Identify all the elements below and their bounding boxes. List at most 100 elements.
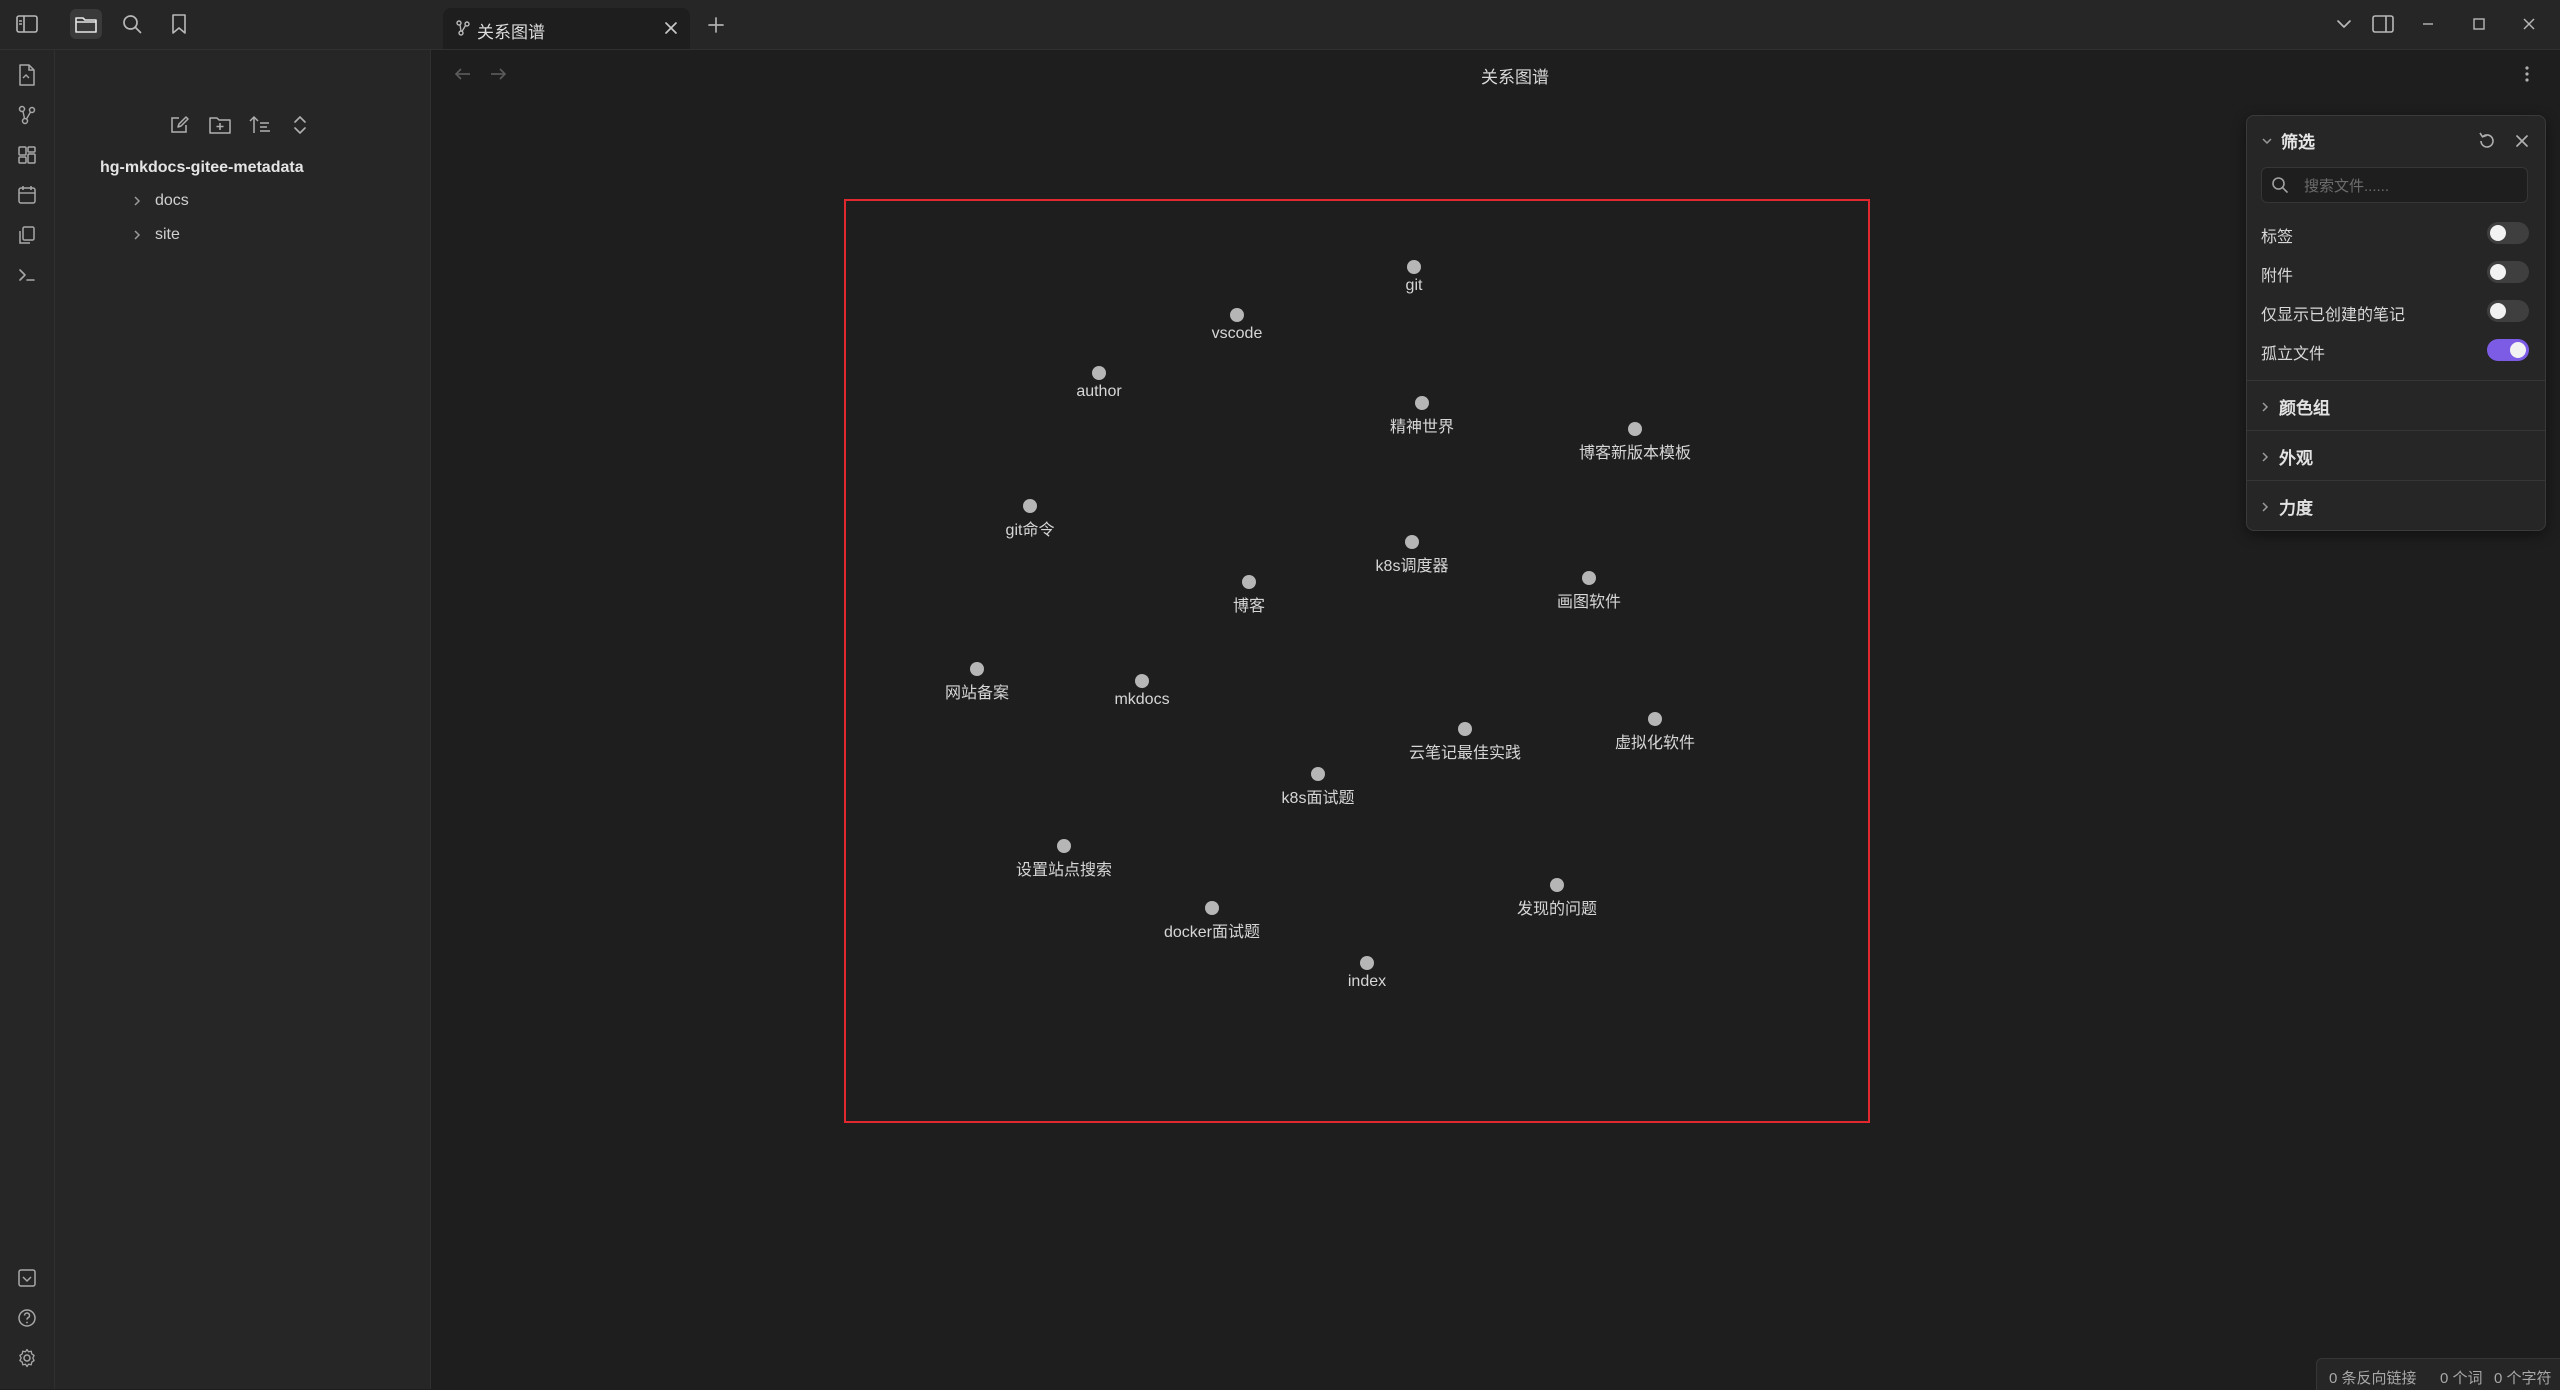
divider	[2247, 430, 2545, 431]
daily-note-icon[interactable]	[12, 181, 42, 209]
collapse-all-icon[interactable]	[285, 110, 315, 140]
graph-node-label: k8s调度器	[1375, 558, 1449, 575]
graph-node[interactable]	[1458, 722, 1472, 736]
folder-label: site	[155, 226, 180, 243]
graph-node[interactable]	[1407, 260, 1421, 274]
toggle-knob	[2490, 225, 2506, 241]
graph-node[interactable]	[1230, 308, 1244, 322]
ribbon	[0, 50, 55, 1389]
filter-header[interactable]: 筛选	[2261, 128, 2315, 153]
chevron-right-icon	[2261, 451, 2269, 463]
toggle-row-tags: 标签	[2261, 220, 2529, 246]
chevron-down-icon	[2261, 137, 2273, 145]
section-groups[interactable]: 颜色组	[2261, 394, 2330, 419]
more-options-icon[interactable]	[2512, 60, 2542, 88]
templates-icon[interactable]	[12, 221, 42, 249]
graph-node[interactable]	[1092, 366, 1106, 380]
graph-node[interactable]	[1415, 396, 1429, 410]
vault-name[interactable]: hg-mkdocs-gitee-metadata	[100, 159, 304, 177]
graph-controls-panel: 筛选 标签 附件 仅显示已创建的笔记 孤立文件 颜色组 外观 力度	[2246, 115, 2546, 531]
graph-node[interactable]	[1550, 878, 1564, 892]
attachments-toggle[interactable]	[2487, 261, 2529, 283]
new-folder-icon[interactable]	[205, 110, 235, 140]
graph-node-label: 博客	[1232, 598, 1265, 615]
close-window-icon[interactable]	[2514, 10, 2544, 38]
graph-view-icon[interactable]	[12, 101, 42, 129]
tags-toggle[interactable]	[2487, 222, 2529, 244]
chevron-right-icon	[2261, 401, 2269, 413]
restore-defaults-icon[interactable]	[2474, 128, 2500, 154]
graph-node-label: docker面试题	[1163, 924, 1261, 941]
settings-icon[interactable]	[12, 1344, 42, 1372]
canvas-icon[interactable]	[12, 141, 42, 169]
folder-site[interactable]: site	[133, 223, 180, 247]
divider	[2247, 380, 2545, 381]
existing-files-only-toggle[interactable]	[2487, 300, 2529, 322]
graph-node[interactable]	[1582, 571, 1596, 585]
graph-tab-icon	[455, 20, 471, 36]
command-palette-icon[interactable]	[12, 261, 42, 289]
graph-node-label: 博客新版本模板	[1578, 445, 1691, 462]
bookmark-icon[interactable]	[163, 9, 195, 39]
back-arrow-icon[interactable]	[450, 62, 476, 86]
sidebar-toggle-icon[interactable]	[11, 9, 43, 39]
graph-node[interactable]	[1205, 901, 1219, 915]
help-icon[interactable]	[12, 1304, 42, 1332]
chevron-right-icon	[133, 229, 147, 241]
tab-list-chevron-icon[interactable]	[2329, 10, 2359, 38]
status-bar: 0 条反向链接 0 个词 0 个字符	[2316, 1358, 2560, 1390]
folder-docs[interactable]: docs	[133, 189, 189, 213]
section-display[interactable]: 外观	[2261, 444, 2313, 469]
graph-node-label: 云笔记最佳实践	[1408, 745, 1521, 762]
toggle-label: 标签	[2261, 229, 2294, 246]
sort-order-icon[interactable]	[245, 110, 275, 140]
chevron-right-icon	[2261, 501, 2269, 513]
graph-node[interactable]	[1023, 499, 1037, 513]
new-note-icon[interactable]	[165, 110, 195, 140]
file-switcher-icon[interactable]	[12, 61, 42, 89]
divider	[2247, 480, 2545, 481]
graph-node[interactable]	[1242, 575, 1256, 589]
folder-label: docs	[155, 192, 189, 209]
toggle-row-attachments: 附件	[2261, 259, 2529, 285]
filter-title: 筛选	[2281, 133, 2315, 152]
graph-node[interactable]	[970, 662, 984, 676]
toggle-row-orphans: 孤立文件	[2261, 337, 2529, 363]
toggle-row-existing-only: 仅显示已创建的笔记	[2261, 298, 2529, 324]
search-icon	[2271, 176, 2289, 194]
graph-node-label: 画图软件	[1556, 594, 1621, 611]
file-explorer: hg-mkdocs-gitee-metadata docs site	[55, 50, 431, 1389]
graph-node[interactable]	[1405, 535, 1419, 549]
search-files-input[interactable]	[2302, 174, 2521, 198]
close-tab-icon[interactable]	[660, 17, 682, 39]
graph-node[interactable]	[1311, 767, 1325, 781]
section-label: 外观	[2279, 449, 2313, 468]
right-sidebar-toggle-icon[interactable]	[2368, 10, 2398, 38]
section-label: 力度	[2279, 499, 2313, 518]
graph-node[interactable]	[1360, 956, 1374, 970]
backlinks-count[interactable]: 0 条反向链接	[2329, 1367, 2417, 1388]
orphans-toggle[interactable]	[2487, 339, 2529, 361]
folder-icon[interactable]	[70, 9, 102, 39]
graph-node-label: git	[1405, 277, 1423, 294]
graph-node[interactable]	[1628, 422, 1642, 436]
char-count: 0 个字符	[2494, 1370, 2552, 1387]
graph-node[interactable]	[1135, 674, 1149, 688]
graph-node[interactable]	[1057, 839, 1071, 853]
maximize-icon[interactable]	[2464, 10, 2494, 38]
section-forces[interactable]: 力度	[2261, 494, 2313, 519]
graph-node-label: author	[1076, 383, 1122, 400]
new-tab-icon[interactable]	[703, 12, 729, 38]
graph-node-label: 精神世界	[1389, 419, 1454, 436]
graph-node-label: 发现的问题	[1516, 901, 1597, 918]
forward-arrow-icon[interactable]	[485, 62, 511, 86]
close-panel-icon[interactable]	[2509, 128, 2535, 154]
graph-node-label: index	[1347, 973, 1387, 990]
chevron-right-icon	[133, 195, 147, 207]
tab-graph-view[interactable]: 关系图谱	[443, 8, 690, 49]
search-icon[interactable]	[116, 9, 148, 39]
word-count: 0 个词	[2440, 1370, 2483, 1387]
graph-node[interactable]	[1648, 712, 1662, 726]
vault-switcher-icon[interactable]	[12, 1264, 42, 1292]
minimize-icon[interactable]	[2413, 10, 2443, 38]
